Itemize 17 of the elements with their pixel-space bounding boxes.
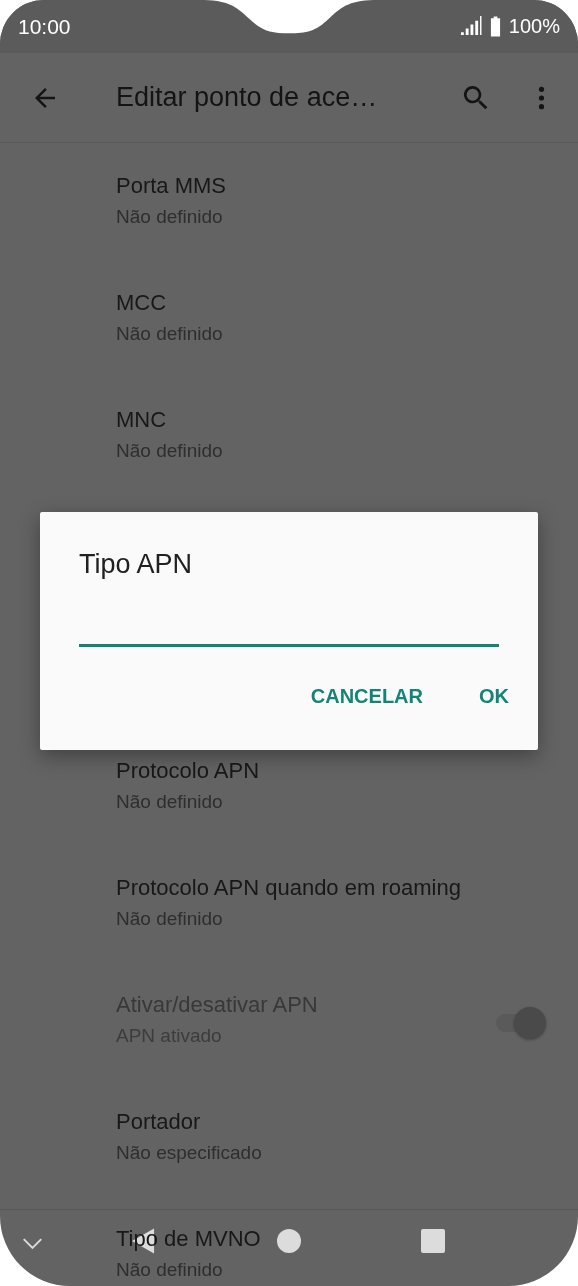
battery-percent: 100% — [508, 15, 560, 38]
status-time: 10:00 — [18, 14, 71, 39]
battery-icon — [489, 16, 501, 37]
more-options-icon[interactable] — [537, 84, 546, 111]
setting-title[interactable]: MCC — [116, 288, 223, 318]
setting-title[interactable]: Protocolo APN — [116, 756, 260, 786]
dialog-title: Tipo APN — [79, 548, 194, 580]
chevron-down-icon[interactable] — [22, 1237, 43, 1250]
home-circle-icon[interactable] — [277, 1229, 301, 1253]
signal-icon — [458, 16, 482, 37]
setting-title[interactable]: Portador — [116, 1107, 262, 1137]
setting-title[interactable]: Porta MMS — [116, 171, 227, 201]
dialog-button[interactable]: OK — [465, 677, 523, 716]
page-title: Editar ponto de ace… — [116, 82, 378, 113]
dialog-button[interactable]: CANCELAR — [296, 677, 437, 716]
setting-title[interactable]: MNC — [116, 405, 223, 435]
setting-title[interactable]: Protocolo APN quando em roaming — [116, 873, 461, 903]
